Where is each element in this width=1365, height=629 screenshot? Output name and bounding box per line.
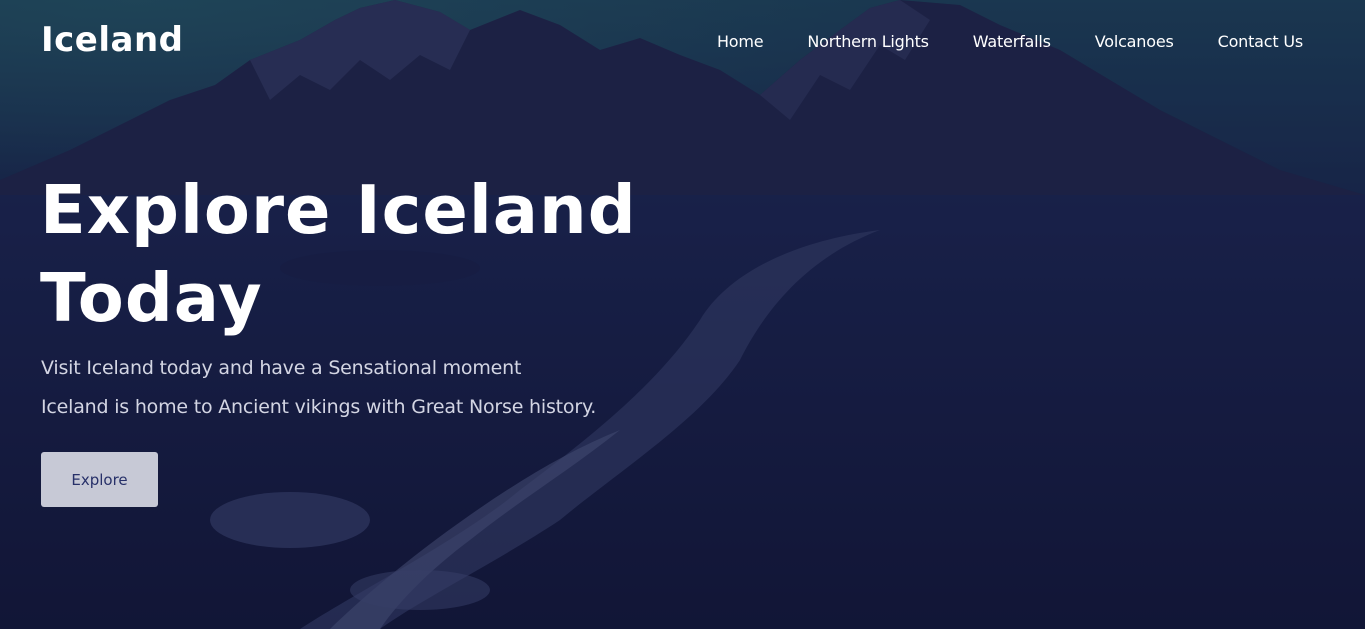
hero-headline: Explore Iceland Today <box>40 166 720 342</box>
explore-button[interactable]: Explore <box>41 452 158 507</box>
nav-link-contact-us[interactable]: Contact Us <box>1218 32 1304 51</box>
nav-link-volcanoes[interactable]: Volcanoes <box>1095 32 1174 51</box>
site-logo[interactable]: Iceland <box>41 20 184 60</box>
hero-headline-line1: Explore Iceland <box>40 171 637 249</box>
hero-subtext-line1: Visit Iceland today and have a Sensation… <box>41 357 522 379</box>
hero-headline-line2: Today <box>40 259 263 337</box>
top-navbar: Iceland Home Northern Lights Waterfalls … <box>0 0 1365 84</box>
hero-subtext-line2: Iceland is home to Ancient vikings with … <box>41 396 597 418</box>
nav-link-northern-lights[interactable]: Northern Lights <box>807 32 929 51</box>
nav-link-waterfalls[interactable]: Waterfalls <box>973 32 1051 51</box>
nav-links: Home Northern Lights Waterfalls Volcanoe… <box>717 32 1303 51</box>
nav-link-home[interactable]: Home <box>717 32 764 51</box>
hero-subtext: Visit Iceland today and have a Sensation… <box>41 349 596 427</box>
